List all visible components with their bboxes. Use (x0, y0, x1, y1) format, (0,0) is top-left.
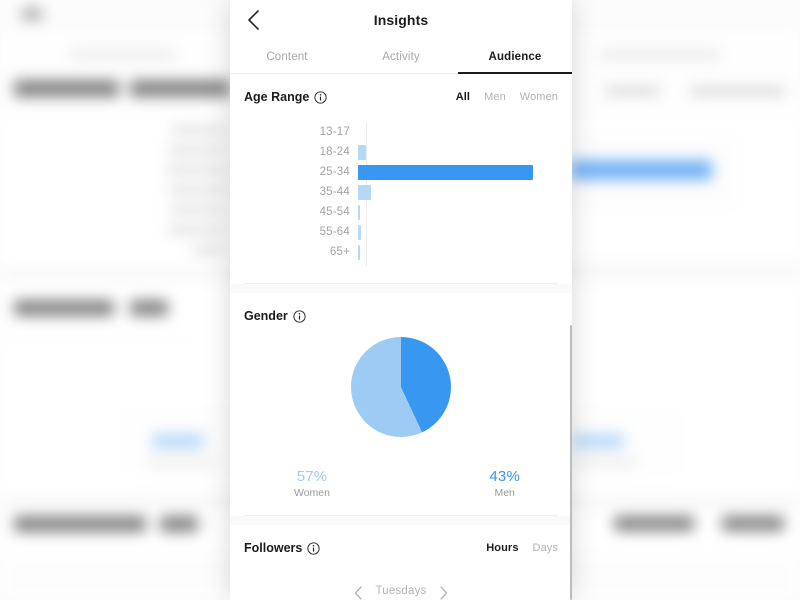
age-bar-row: 18-24 (244, 142, 558, 162)
age-range-header: Age Range All Men Women (244, 74, 558, 104)
age-label-55-64: 55-64 (319, 226, 350, 238)
bar-track (358, 244, 558, 260)
age-bar-18-24 (358, 144, 366, 160)
info-circle-icon[interactable] (293, 309, 306, 323)
age-bar-row: 55-64 (244, 222, 558, 242)
age-bar-65plus (358, 244, 360, 260)
age-range-bar-chart: 13-17 18-24 25-34 35-44 45-54 55-64 65+ (244, 122, 558, 267)
bar-track (358, 144, 558, 160)
age-bar-45-54 (358, 204, 360, 220)
bar-track (358, 204, 558, 220)
age-bar-row: 65+ (244, 242, 558, 262)
chevron-left-icon (247, 10, 259, 30)
toggle-hours[interactable]: Hours (486, 542, 518, 554)
tab-audience[interactable]: Audience (458, 40, 572, 74)
prev-day-button[interactable] (353, 585, 364, 600)
pie-graphic (351, 337, 451, 437)
age-bar-row: 45-54 (244, 202, 558, 222)
age-label-13-17: 13-17 (319, 126, 350, 138)
age-label-45-54: 45-54 (319, 206, 350, 218)
gender-label: Gender (244, 309, 288, 323)
women-percent: 57% (296, 468, 328, 485)
chevron-left-icon (355, 585, 363, 600)
men-label: Men (494, 487, 515, 499)
age-bar-55-64 (358, 224, 361, 240)
age-bar-25-34 (358, 164, 533, 180)
age-bar-row: 13-17 (244, 122, 558, 142)
followers-label: Followers (244, 541, 303, 555)
followers-header: Followers Hours Days (244, 525, 558, 555)
followers-title-group: Followers (244, 541, 320, 555)
back-button[interactable] (242, 9, 264, 31)
navigation-bar: Insights (230, 0, 572, 40)
bar-track (358, 164, 558, 180)
page-title: Insights (373, 12, 429, 28)
section-gap (230, 284, 572, 293)
age-label-25-34: 25-34 (319, 166, 350, 178)
filter-women[interactable]: Women (520, 91, 558, 103)
gender-legend: 57% Women 43% Men (244, 462, 558, 499)
info-circle-icon[interactable] (314, 90, 327, 104)
tab-bar: Content Activity Audience (230, 40, 572, 74)
gender-filter-group: All Men Women (456, 91, 558, 103)
current-day-label: Tuesdays (375, 585, 427, 597)
age-bar-row: 25-34 (244, 162, 558, 182)
age-label-18-24: 18-24 (319, 146, 350, 158)
bar-track (358, 125, 558, 140)
followers-toggle-group: Hours Days (486, 542, 558, 554)
age-range-section: Age Range All Men Women 13-17 18-24 25-3… (230, 74, 572, 284)
vertical-scrollbar[interactable] (570, 325, 572, 600)
info-circle-icon[interactable] (307, 541, 320, 555)
legend-men: 43% Men (489, 468, 520, 499)
age-bar-35-44 (358, 184, 371, 200)
gender-header: Gender (244, 293, 558, 323)
age-label-65plus: 65+ (329, 246, 350, 258)
gender-section: Gender 57% Women 43% Men (230, 293, 572, 516)
next-day-button[interactable] (438, 585, 449, 600)
men-percent: 43% (489, 468, 520, 485)
screen: Insights Content Activity Audience Age R… (0, 0, 800, 600)
filter-men[interactable]: Men (484, 91, 506, 103)
gender-title-group: Gender (244, 309, 306, 323)
bar-track (358, 224, 558, 240)
bar-track (358, 184, 558, 200)
tab-activity[interactable]: Activity (344, 40, 458, 73)
women-label: Women (294, 487, 330, 499)
insights-panel: Insights Content Activity Audience Age R… (230, 0, 572, 600)
tab-content[interactable]: Content (230, 40, 344, 73)
day-selector: Tuesdays (244, 585, 558, 600)
legend-women: 57% Women (294, 468, 330, 499)
age-bar-row: 35-44 (244, 182, 558, 202)
toggle-days[interactable]: Days (533, 542, 558, 554)
gender-pie-chart (244, 337, 558, 462)
age-range-title-group: Age Range (244, 90, 327, 104)
filter-all[interactable]: All (456, 91, 470, 103)
chevron-right-icon (439, 585, 447, 600)
followers-section: Followers Hours Days Tuesdays (230, 525, 572, 600)
age-range-label: Age Range (244, 90, 310, 104)
age-label-35-44: 35-44 (319, 186, 350, 198)
section-gap (230, 516, 572, 525)
